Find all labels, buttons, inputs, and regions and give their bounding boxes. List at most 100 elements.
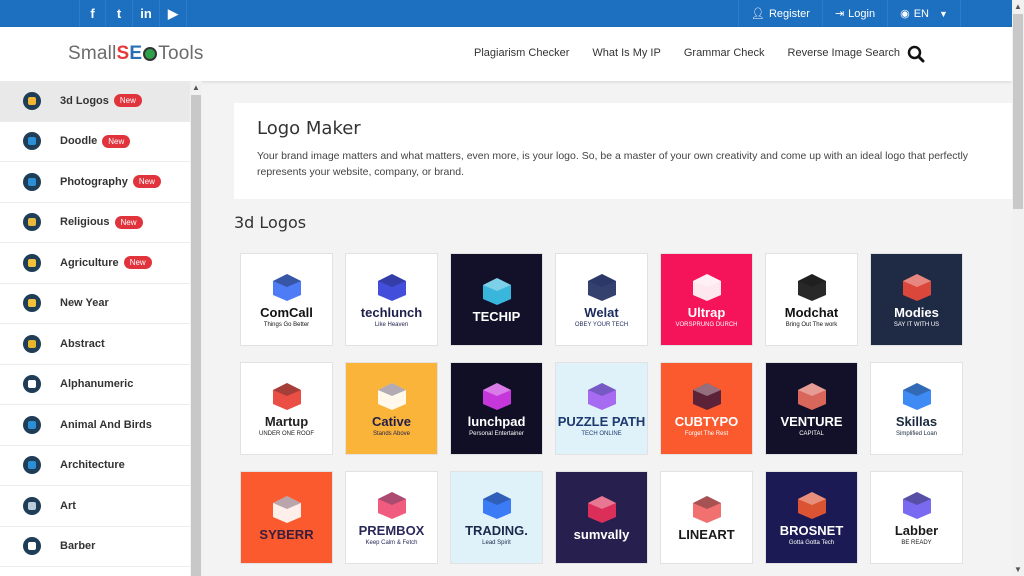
logo-mark-icon (795, 272, 829, 302)
logo-tagline: UNDER ONE ROOF (258, 430, 314, 437)
logo-tagline: Forget The Rest (684, 430, 729, 437)
register-link[interactable]: 👤︎ Register (738, 0, 822, 27)
sidebar-item-photography[interactable]: Photography New (0, 162, 190, 203)
logo-template-lineart[interactable]: LINEART (660, 471, 753, 564)
scroll-up-arrow[interactable]: ▲ (1012, 2, 1024, 11)
category-sidebar: 3d Logos New Doodle New Photography New Religi… (0, 81, 190, 576)
logo-tagline: VORSPRUNG DURCH (675, 321, 738, 328)
search-icon[interactable] (907, 45, 925, 63)
page-scrollbar-thumb[interactable] (1013, 14, 1023, 209)
logo-name: CUBTYPO (674, 413, 739, 429)
logo-tagline: SAY IT WITH US (893, 321, 940, 328)
logo-name: TECHIP (472, 308, 521, 324)
logo-name: lunchpad (467, 413, 526, 429)
logo-template-skillas[interactable]: Skillas Simplified Loan (870, 362, 963, 455)
nav-reverse-image-search[interactable]: Reverse Image Search (788, 47, 901, 59)
nav-grammar-check[interactable]: Grammar Check (684, 47, 765, 59)
logo-template-comcall[interactable]: ComCall Things Go Better (240, 253, 333, 346)
sidebar-scrollbar[interactable]: ▲ (190, 81, 202, 576)
logo-name: Cative (371, 413, 412, 429)
sidebar-item-label: Religious (60, 216, 110, 229)
logo-text-small: Small (68, 43, 117, 64)
logo-name: PUZZLE PATH (557, 413, 646, 429)
sidebar-item-art[interactable]: Art (0, 486, 190, 527)
logo-mark-icon (270, 272, 304, 302)
logo-template-ultrap[interactable]: Ultrap VORSPRUNG DURCH (660, 253, 753, 346)
sidebar-item-doodle[interactable]: Doodle New (0, 122, 190, 162)
logo-template-prembox[interactable]: PREMBOX Keep Calm & Fetch (345, 471, 438, 564)
logo-template-martup[interactable]: Martup UNDER ONE ROOF (240, 362, 333, 455)
sidebar-item-architecture[interactable]: Architecture (0, 446, 190, 486)
twitter-icon[interactable]: t (106, 0, 133, 27)
logo-template-syberr[interactable]: SYBERR (240, 471, 333, 564)
globe-icon: ◉ (900, 8, 910, 20)
logo-template-welat[interactable]: Welat OBEY YOUR TECH (555, 253, 648, 346)
logo-template-cative[interactable]: Cative Stands Above (345, 362, 438, 455)
logo-template-puzzle-path[interactable]: PUZZLE PATH TECH ONLINE (555, 362, 648, 455)
logo-mark-icon (585, 494, 619, 524)
sidebar-item-alphanumeric[interactable]: Alphanumeric (0, 365, 190, 405)
logo-name: LINEART (678, 526, 735, 542)
youtube-icon[interactable]: ▶ (160, 0, 187, 27)
logo-template-cubtypo[interactable]: CUBTYPO Forget The Rest (660, 362, 753, 455)
logo-template-labber[interactable]: Labber BE READY (870, 471, 963, 564)
sidebar-item-new-year[interactable]: New Year (0, 284, 190, 324)
logo-mark-icon (585, 381, 619, 411)
new-badge: New (114, 215, 143, 229)
facebook-icon[interactable]: f (79, 0, 106, 27)
logo-tagline: OBEY YOUR TECH (574, 321, 629, 328)
logo-name: ComCall (260, 304, 313, 320)
logo-template-venture[interactable]: VENTURE CAPITAL (765, 362, 858, 455)
logo-text-e: E (129, 43, 143, 64)
new-badge: New (113, 94, 142, 108)
login-icon: ⇥ (834, 8, 845, 20)
site-logo[interactable]: Small S E Tools (68, 43, 204, 65)
login-link[interactable]: ⇥ Login (821, 0, 887, 27)
category-icon (23, 132, 41, 151)
intro-card: Logo Maker Your brand image matters and … (234, 103, 1012, 199)
sidebar-item-agriculture[interactable]: Agriculture New (0, 243, 190, 284)
page-scrollbar[interactable]: ▲ ▼ (1012, 0, 1024, 576)
sidebar-item-label: Barber (60, 540, 96, 553)
sidebar-item-label: Art (60, 499, 76, 512)
logo-tagline: TECH ONLINE (581, 430, 622, 437)
logo-mark-icon (690, 381, 724, 411)
scroll-down-arrow[interactable]: ▼ (1012, 565, 1024, 574)
sidebar-item-label: Agriculture (60, 256, 119, 269)
sidebar-item-religious[interactable]: Religious New (0, 203, 190, 243)
language-selector[interactable]: ◉ EN ▼ (887, 0, 961, 27)
sidebar-scrollbar-thumb[interactable] (191, 95, 201, 576)
category-icon (23, 456, 41, 475)
logo-name: Skillas (895, 413, 938, 429)
linkedin-icon[interactable]: in (133, 0, 160, 27)
nav-plagiarism-checker[interactable]: Plagiarism Checker (474, 47, 569, 59)
sidebar-item-animal-and-birds[interactable]: Animal And Birds (0, 405, 190, 446)
logo-mark-icon (375, 490, 409, 520)
sidebar-item-3d-logos[interactable]: 3d Logos New (0, 81, 190, 122)
logo-template-modies[interactable]: Modies SAY IT WITH US (870, 253, 963, 346)
logo-template-techip[interactable]: TECHIP (450, 253, 543, 346)
logo-template-trading[interactable]: TRADING. Lead Spirit (450, 471, 543, 564)
login-label: Login (848, 7, 876, 20)
scroll-up-arrow[interactable]: ▲ (190, 83, 202, 92)
logo-mark-icon (900, 490, 934, 520)
logo-name: BROSNET (779, 522, 844, 538)
sidebar-item-label: Photography (60, 175, 128, 188)
logo-name: Modchat (784, 304, 839, 320)
logo-mark-icon (900, 272, 934, 302)
sidebar-item-label: Architecture (60, 459, 125, 472)
logo-tagline: CAPITAL (799, 430, 824, 437)
logo-template-techlunch[interactable]: techlunch Like Heaven (345, 253, 438, 346)
logo-template-lunchpad[interactable]: lunchpad Personal Entertainer (450, 362, 543, 455)
sidebar-item-abstract[interactable]: Abstract (0, 324, 190, 365)
logo-mark-icon (690, 272, 724, 302)
sidebar-item-label: Alphanumeric (60, 378, 134, 391)
nav-what-is-my-ip[interactable]: What Is My IP (592, 47, 660, 59)
logo-mark-icon (795, 381, 829, 411)
social-links: f t in ▶ (79, 0, 187, 27)
logo-template-modchat[interactable]: Modchat Bring Out The work (765, 253, 858, 346)
logo-template-sumvally[interactable]: sumvally (555, 471, 648, 564)
logo-grid: ComCall Things Go Better techlunch Like Hea… (240, 253, 963, 564)
sidebar-item-barber[interactable]: Barber (0, 527, 190, 567)
logo-template-brosnet[interactable]: BROSNET Gotta Gotta Tech (765, 471, 858, 564)
